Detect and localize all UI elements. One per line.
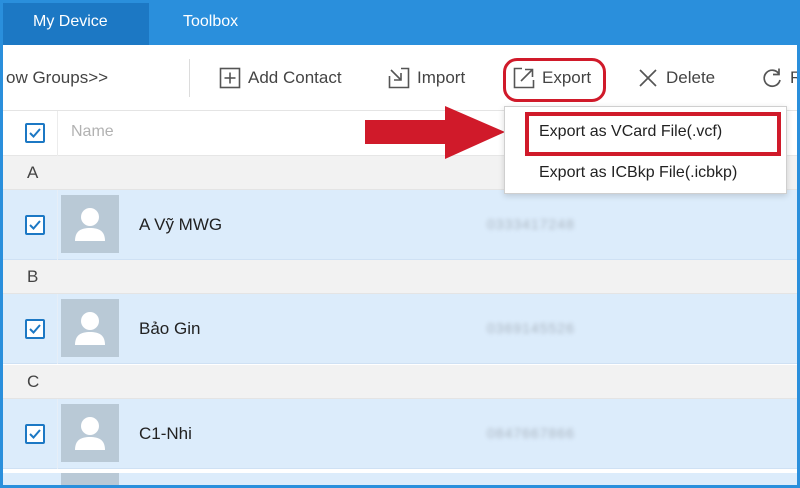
- contact-checkbox[interactable]: [25, 215, 45, 235]
- tab-my-device[interactable]: My Device: [3, 3, 149, 45]
- person-icon: [75, 208, 105, 241]
- toolbar-divider: [189, 59, 190, 97]
- contact-name: C1-Nhi: [139, 424, 192, 443]
- contact-row-partial: [3, 473, 797, 485]
- tab-toolbox[interactable]: Toolbox: [183, 3, 238, 45]
- select-all-checkbox[interactable]: [25, 123, 45, 143]
- contact-checkbox[interactable]: [25, 424, 45, 444]
- contact-phone: 0847667866: [487, 425, 575, 441]
- avatar: [61, 404, 119, 462]
- add-icon: [219, 67, 241, 89]
- person-icon: [75, 417, 105, 450]
- contact-phone: 0369145526: [487, 320, 575, 336]
- export-highlight-circle: [503, 58, 606, 102]
- contact-checkbox[interactable]: [25, 319, 45, 339]
- import-label: Import: [417, 68, 466, 87]
- menu-item-export-icbkp[interactable]: Export as ICBkp File(.icbkp): [505, 154, 788, 192]
- contact-name: A Vỹ MWG: [139, 215, 223, 234]
- vcard-highlight-box: [525, 112, 781, 156]
- contact-name: Bảo Gin: [139, 319, 201, 338]
- column-divider: [57, 294, 58, 364]
- add-contact-label: Add Contact: [248, 68, 342, 87]
- section-letter: A: [27, 163, 39, 182]
- refresh-label: R: [790, 65, 797, 91]
- avatar: [61, 299, 119, 357]
- avatar: [61, 195, 119, 253]
- contact-row[interactable]: Bảo Gin 0369145526: [3, 294, 797, 364]
- red-arrow-annotation: [365, 106, 505, 159]
- toolbar: ow Groups>> Add Contact Import Export De…: [3, 45, 797, 111]
- show-groups-label: ow Groups>>: [6, 68, 109, 87]
- app-window: My Device Toolbox ow Groups>> Add Contac…: [0, 0, 800, 488]
- top-tab-bar: My Device Toolbox: [3, 3, 797, 45]
- person-icon: [75, 312, 105, 345]
- import-icon: [388, 67, 410, 89]
- delete-label: Delete: [666, 68, 716, 87]
- add-contact-button[interactable]: Add Contact: [219, 65, 342, 91]
- section-letter: C: [27, 372, 40, 391]
- delete-button[interactable]: Delete: [637, 65, 715, 91]
- column-divider: [57, 111, 58, 156]
- show-groups-button[interactable]: ow Groups>>: [6, 65, 108, 91]
- section-letter: B: [27, 267, 39, 286]
- export-dropdown-menu: Export as VCard File(.vcf) Export as ICB…: [504, 106, 787, 194]
- column-divider: [57, 190, 58, 260]
- checkmark-icon: [29, 324, 41, 334]
- contact-row[interactable]: C1-Nhi 0847667866: [3, 399, 797, 469]
- close-icon: [639, 69, 657, 87]
- refresh-button[interactable]: R: [761, 65, 797, 91]
- avatar: [61, 473, 119, 485]
- checkmark-icon: [29, 128, 41, 138]
- refresh-icon: [763, 68, 781, 88]
- checkmark-icon: [29, 429, 41, 439]
- import-button[interactable]: Import: [388, 65, 465, 91]
- section-header-b: B: [3, 260, 797, 294]
- section-header-c: C: [3, 365, 797, 399]
- contact-row[interactable]: A Vỹ MWG 0333417248: [3, 190, 797, 260]
- contact-phone: 0333417248: [487, 216, 575, 232]
- name-column-header[interactable]: Name: [71, 123, 114, 141]
- column-divider: [57, 399, 58, 469]
- checkmark-icon: [29, 220, 41, 230]
